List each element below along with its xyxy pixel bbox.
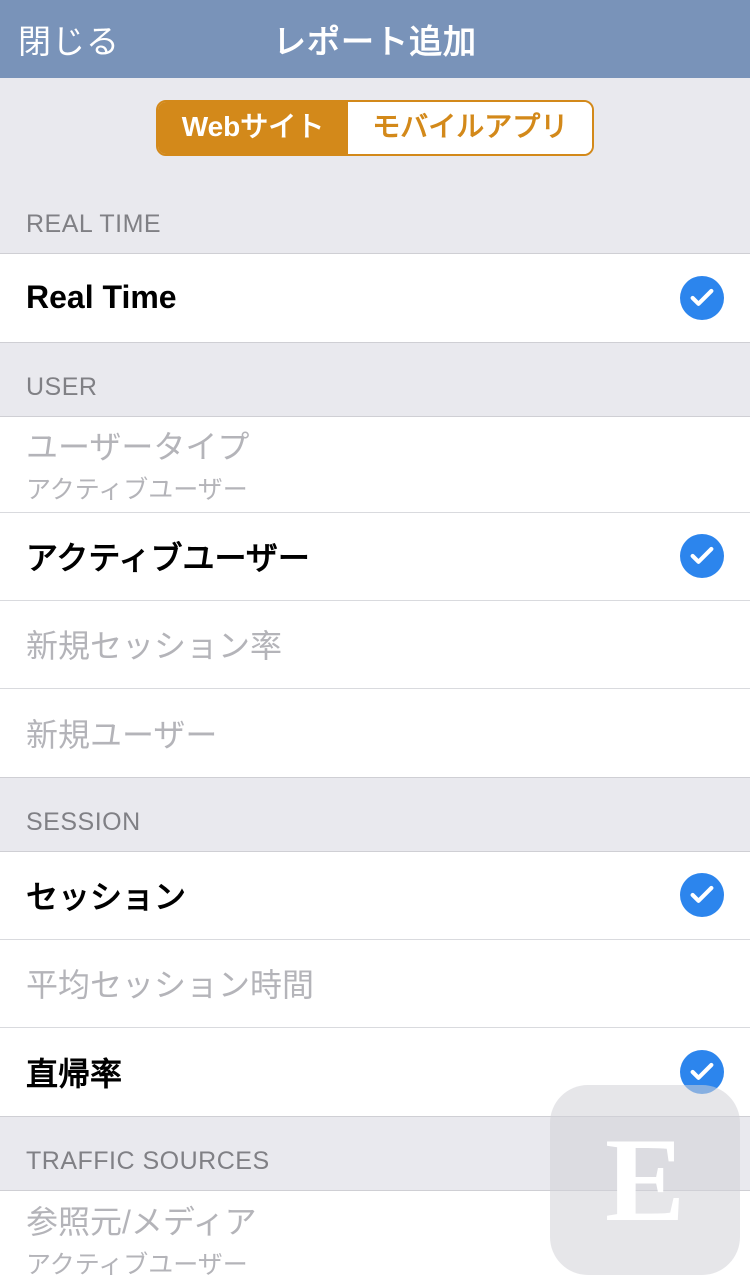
row-label: Real Time — [26, 279, 680, 316]
section-header-user: USER — [0, 343, 750, 416]
close-button[interactable]: 閉じる — [18, 15, 120, 63]
checkmark-icon — [680, 873, 724, 917]
section-session: セッション 平均セッション時間 直帰率 — [0, 851, 750, 1117]
row-real-time[interactable]: Real Time — [0, 254, 750, 342]
row-label: ユーザータイプ — [26, 422, 724, 468]
segment-mobile-app[interactable]: モバイルアプリ — [348, 102, 592, 154]
row-sessions[interactable]: セッション — [0, 852, 750, 940]
row-label: 新規ユーザー — [26, 710, 724, 756]
section-real-time: Real Time — [0, 253, 750, 343]
checkmark-icon — [680, 276, 724, 320]
fab-glyph: E — [605, 1111, 685, 1249]
row-sublabel: アクティブユーザー — [26, 470, 724, 506]
row-active-users[interactable]: アクティブユーザー — [0, 513, 750, 601]
segmented-control-wrap: Webサイト モバイルアプリ — [0, 78, 750, 180]
section-header-session: SESSION — [0, 778, 750, 851]
segmented-control: Webサイト モバイルアプリ — [156, 100, 595, 156]
row-label: 新規セッション率 — [26, 621, 724, 667]
row-user-type[interactable]: ユーザータイプ アクティブユーザー — [0, 417, 750, 513]
checkmark-icon — [680, 534, 724, 578]
segment-website[interactable]: Webサイト — [158, 102, 349, 154]
navbar: 閉じる レポート追加 — [0, 0, 750, 78]
row-new-session-rate[interactable]: 新規セッション率 — [0, 601, 750, 689]
page-title: レポート追加 — [273, 15, 477, 63]
row-label: セッション — [26, 872, 680, 918]
row-label: 平均セッション時間 — [26, 960, 724, 1006]
row-label: アクティブユーザー — [26, 533, 680, 579]
section-user: ユーザータイプ アクティブユーザー アクティブユーザー 新規セッション率 新規ユ… — [0, 416, 750, 778]
section-header-real-time: REAL TIME — [0, 180, 750, 253]
row-avg-session-duration[interactable]: 平均セッション時間 — [0, 940, 750, 1028]
row-new-users[interactable]: 新規ユーザー — [0, 689, 750, 777]
floating-button[interactable]: E — [550, 1085, 740, 1275]
